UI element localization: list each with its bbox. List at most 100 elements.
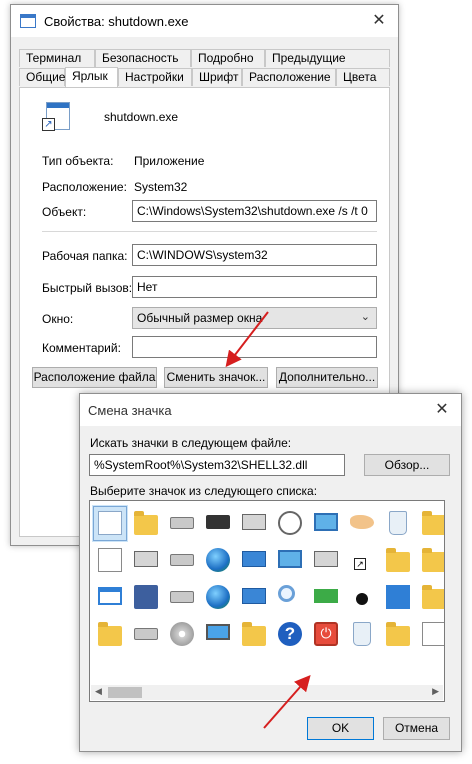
recycle-bin-empty-icon bbox=[353, 622, 371, 646]
browse-button[interactable]: Обзор... bbox=[364, 454, 450, 476]
icon-cell[interactable] bbox=[200, 542, 236, 579]
icon-cell[interactable] bbox=[380, 579, 416, 616]
save-floppy-icon bbox=[134, 585, 158, 609]
hotkey-label: Быстрый вызов: bbox=[42, 281, 133, 295]
disc-drive-icon bbox=[170, 622, 194, 646]
icon-cell[interactable] bbox=[236, 579, 272, 616]
icon-cell[interactable]: ↗ bbox=[344, 542, 380, 579]
icon-cell[interactable] bbox=[308, 505, 344, 542]
tab-row-back: Терминал Безопасность Подробно Предыдущи… bbox=[19, 49, 390, 82]
tab-terminal[interactable]: Терминал bbox=[19, 49, 95, 67]
folder-icon bbox=[422, 511, 444, 535]
tab-details[interactable]: Подробно bbox=[191, 49, 265, 67]
tab-security[interactable]: Безопасность bbox=[95, 49, 191, 67]
change-icon-dialog: Смена значка ✕ Искать значки в следующем… bbox=[79, 393, 462, 752]
icon-cell[interactable] bbox=[308, 579, 344, 616]
green-drive-icon bbox=[314, 589, 338, 603]
window-label: Окно: bbox=[42, 312, 74, 326]
share-hand-icon bbox=[350, 515, 374, 529]
icon-cell[interactable] bbox=[344, 616, 380, 653]
scroll-right-icon[interactable]: ▶ bbox=[432, 686, 439, 697]
workdir-field[interactable]: C:\WINDOWS\system32 bbox=[132, 244, 377, 266]
icon-cell[interactable] bbox=[164, 616, 200, 653]
horizontal-scrollbar[interactable]: ◀ ▶ bbox=[91, 685, 443, 700]
tab-previous-versions[interactable]: Предыдущие версии bbox=[265, 49, 390, 82]
location-label: Расположение: bbox=[42, 180, 127, 194]
icon-cell[interactable] bbox=[128, 505, 164, 542]
icon-cell[interactable] bbox=[92, 579, 128, 616]
cancel-button[interactable]: Отмена bbox=[383, 717, 450, 740]
icon-cell[interactable]: ⏻ bbox=[308, 616, 344, 653]
tab-colors[interactable]: Цвета bbox=[336, 68, 390, 86]
folder-drive-icon bbox=[422, 548, 444, 572]
icon-cell[interactable] bbox=[380, 505, 416, 542]
icon-cell[interactable] bbox=[128, 579, 164, 616]
icon-cell[interactable] bbox=[272, 542, 308, 579]
checklist-icon bbox=[422, 622, 444, 646]
monitor-icon bbox=[206, 624, 230, 640]
icon-cell[interactable] bbox=[416, 579, 444, 616]
icon-cell[interactable] bbox=[164, 579, 200, 616]
icon-cell[interactable] bbox=[164, 542, 200, 579]
icon-cell[interactable] bbox=[200, 616, 236, 653]
target-field[interactable]: C:\Windows\System32\shutdown.exe /s /t 0 bbox=[132, 200, 377, 222]
drive-icon bbox=[134, 628, 158, 640]
chip-icon bbox=[206, 515, 230, 529]
icon-cell[interactable] bbox=[416, 616, 444, 653]
icon-file-label: Искать значки в следующем файле: bbox=[90, 436, 292, 450]
icon-cell[interactable] bbox=[128, 616, 164, 653]
scroll-thumb[interactable] bbox=[108, 687, 142, 698]
tab-font[interactable]: Шрифт bbox=[192, 68, 242, 86]
icon-cell[interactable] bbox=[236, 616, 272, 653]
comment-field[interactable] bbox=[132, 336, 377, 358]
window-mode-select[interactable]: Обычный размер окна ⌄ bbox=[132, 307, 377, 329]
printer-icon bbox=[242, 514, 266, 530]
dialog-close-icon[interactable]: ✕ bbox=[429, 398, 455, 422]
icon-cell[interactable] bbox=[164, 505, 200, 542]
hotkey-field[interactable]: Нет bbox=[132, 276, 377, 298]
title-bar[interactable]: Свойства: shutdown.exe ✕ bbox=[11, 5, 398, 37]
power-icon: ⏻ bbox=[314, 622, 338, 646]
icon-cell[interactable] bbox=[200, 579, 236, 616]
icon-cell[interactable] bbox=[236, 505, 272, 542]
advanced-button[interactable]: Дополнительно... bbox=[276, 367, 378, 388]
scroll-left-icon[interactable]: ◀ bbox=[95, 686, 102, 697]
type-label: Тип объекта: bbox=[42, 154, 114, 168]
icon-cell[interactable] bbox=[92, 505, 128, 542]
icon-cell[interactable] bbox=[92, 542, 128, 579]
icon-cell[interactable] bbox=[128, 542, 164, 579]
icon-cell[interactable] bbox=[416, 505, 444, 542]
file-name: shutdown.exe bbox=[104, 110, 179, 124]
close-icon[interactable]: ✕ bbox=[366, 9, 392, 33]
drive-icon bbox=[170, 517, 194, 529]
change-icon-button[interactable]: Сменить значок... bbox=[164, 367, 268, 388]
tab-options[interactable]: Настройки bbox=[118, 68, 192, 86]
tab-layout[interactable]: Расположение bbox=[242, 68, 336, 86]
recycle-bin-icon bbox=[389, 511, 407, 535]
type-value: Приложение bbox=[134, 154, 205, 168]
icon-cell[interactable] bbox=[416, 542, 444, 579]
icon-file-input[interactable]: %SystemRoot%\System32\SHELL32.dll bbox=[89, 454, 345, 476]
open-file-location-button[interactable]: Расположение файла bbox=[32, 367, 157, 388]
icon-cell[interactable] bbox=[236, 542, 272, 579]
network-drive-icon bbox=[170, 554, 194, 566]
clock-document-icon bbox=[278, 511, 302, 535]
dialog-title-bar[interactable]: Смена значка ✕ bbox=[80, 394, 461, 426]
icon-cell[interactable] bbox=[380, 616, 416, 653]
icon-cell[interactable] bbox=[344, 579, 380, 616]
tab-row-front: Общие Ярлык Настройки Шрифт Расположение… bbox=[19, 67, 390, 87]
icon-cell[interactable] bbox=[308, 542, 344, 579]
help-icon: ? bbox=[278, 622, 302, 646]
icon-cell[interactable] bbox=[344, 505, 380, 542]
folder-text-icon bbox=[422, 585, 444, 609]
icon-cell[interactable] bbox=[200, 505, 236, 542]
icon-list[interactable]: ↗ ? ⏻ ◀ ▶ bbox=[89, 500, 445, 702]
icon-cell[interactable] bbox=[272, 505, 308, 542]
icon-cell[interactable] bbox=[272, 579, 308, 616]
icon-cell[interactable] bbox=[92, 616, 128, 653]
icon-cell[interactable]: ? bbox=[272, 616, 308, 653]
icon-cell[interactable] bbox=[380, 542, 416, 579]
tab-shortcut[interactable]: Ярлык bbox=[65, 67, 118, 87]
ok-button[interactable]: OK bbox=[307, 717, 374, 740]
tab-general[interactable]: Общие bbox=[19, 68, 65, 86]
